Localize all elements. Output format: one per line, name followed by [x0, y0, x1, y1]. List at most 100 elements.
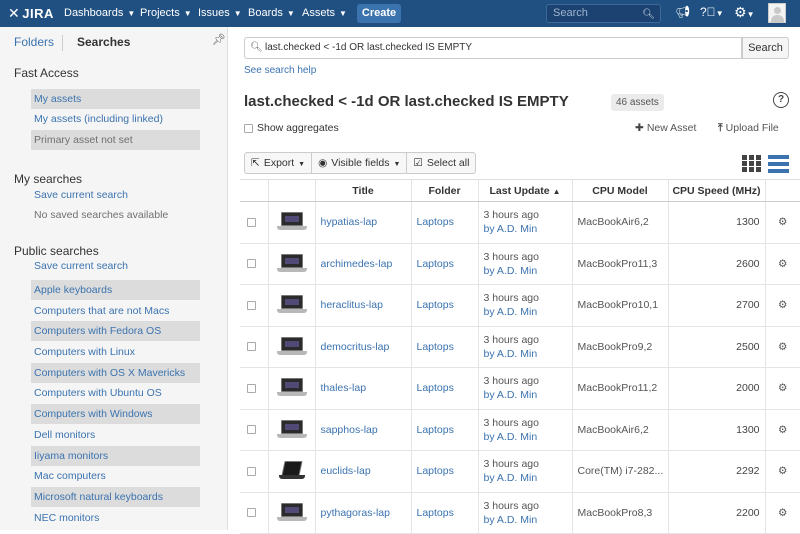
column-header-last-update[interactable]: Last Update ▲ — [477, 179, 572, 202]
sidebar-item-my-assets[interactable]: My assets — [31, 89, 200, 109]
row-checkbox[interactable] — [247, 300, 257, 310]
row-gear-icon[interactable]: ⚙ — [764, 367, 800, 410]
nav-projects[interactable]: Projects ▼ — [140, 0, 192, 27]
row-gear-icon[interactable]: ⚙ — [764, 409, 800, 451]
nav-dashboards[interactable]: Dashboards ▼ — [64, 0, 135, 27]
updated-by-link[interactable]: by A.D. Min — [484, 305, 567, 319]
public-search-item[interactable]: Computers with Fedora OS — [31, 321, 200, 341]
updated-by-link[interactable]: by A.D. Min — [484, 430, 567, 444]
sidebar-item-my-assets-linked[interactable]: My assets (including linked) — [31, 109, 200, 129]
pin-icon[interactable]: 📌︎ — [212, 33, 226, 46]
updated-by-link[interactable]: by A.D. Min — [484, 347, 567, 361]
grid-view-icon[interactable] — [742, 155, 762, 173]
export-button[interactable]: ⇱ Export ▼ — [244, 152, 313, 174]
laptop-thumbnail[interactable] — [276, 378, 307, 398]
query-input[interactable]: 🔍︎ last.checked < -1d OR last.checked IS … — [244, 37, 742, 59]
updated-by-link[interactable]: by A.D. Min — [484, 388, 567, 402]
avatar[interactable] — [768, 3, 786, 23]
asset-title-link[interactable]: euclids-lap — [314, 450, 411, 493]
public-search-item[interactable]: Apple keyboards — [31, 280, 200, 300]
row-gear-icon[interactable]: ⚙ — [764, 284, 800, 327]
asset-title-link[interactable]: archimedes-lap — [314, 243, 411, 285]
public-search-item[interactable]: Computers with Linux — [31, 342, 200, 362]
row-checkbox[interactable] — [247, 466, 257, 476]
updated-by-link[interactable]: by A.D. Min — [484, 513, 567, 527]
megaphone-icon[interactable]: 📢︎ — [675, 5, 690, 19]
public-search-item[interactable]: Computers that are not Macs — [31, 301, 200, 321]
updated-by-link[interactable]: by A.D. Min — [484, 471, 567, 485]
nav-assets[interactable]: Assets ▼ — [302, 0, 347, 27]
help-icon[interactable]: ?⃝▼ — [700, 5, 724, 19]
jira-logo[interactable]: ✕ JIRA — [8, 5, 54, 22]
row-gear-icon[interactable]: ⚙ — [764, 201, 800, 244]
select-all-button[interactable]: ☑ Select all — [406, 152, 477, 174]
row-checkbox[interactable] — [247, 508, 257, 518]
row-checkbox[interactable] — [247, 342, 257, 352]
visible-fields-button[interactable]: ◉ Visible fields ▼ — [311, 152, 408, 174]
laptop-thumbnail[interactable] — [276, 253, 307, 274]
row-checkbox[interactable] — [247, 259, 257, 269]
search-button[interactable]: Search — [742, 37, 789, 59]
gear-icon[interactable]: ⚙▼ — [734, 4, 754, 21]
row-gear-icon[interactable]: ⚙ — [764, 243, 800, 285]
help-icon[interactable]: ? — [773, 92, 789, 108]
cpu-speed-cell: 1300 — [667, 201, 765, 244]
public-search-item[interactable]: Iiyama monitors — [31, 446, 200, 466]
asset-title-link[interactable]: heraclitus-lap — [314, 284, 411, 327]
folder-link[interactable]: Laptops — [410, 492, 478, 534]
row-checkbox[interactable] — [247, 217, 257, 227]
folder-link[interactable]: Laptops — [410, 326, 478, 368]
laptop-thumbnail[interactable] — [277, 461, 307, 481]
checkbox-icon[interactable] — [244, 123, 253, 133]
column-header-cpu-model[interactable]: CPU Model — [571, 179, 668, 202]
folder-link[interactable]: Laptops — [410, 409, 478, 451]
list-view-icon[interactable] — [768, 155, 789, 173]
row-checkbox[interactable] — [247, 425, 257, 435]
nav-issues[interactable]: Issues ▼ — [198, 0, 242, 27]
tab-folders[interactable]: Folders — [14, 35, 54, 49]
table-row: archimedes-lap Laptops 3 hours ago by A.D… — [240, 243, 800, 285]
nav-boards[interactable]: Boards ▼ — [248, 0, 295, 27]
sidebar-item-primary-not-set[interactable]: Primary asset not set — [31, 130, 200, 150]
row-gear-icon[interactable]: ⚙ — [764, 326, 800, 368]
row-gear-icon[interactable]: ⚙ — [764, 492, 800, 534]
save-current-search-link[interactable]: Save current search — [31, 185, 200, 205]
save-current-public-search-link[interactable]: Save current search — [31, 256, 200, 276]
public-search-item[interactable]: Computers with Windows — [31, 404, 200, 424]
public-search-item[interactable]: Computers with Ubuntu OS — [31, 383, 200, 403]
create-button[interactable]: Create — [357, 4, 401, 23]
row-gear-icon[interactable]: ⚙ — [764, 450, 800, 493]
folder-link[interactable]: Laptops — [410, 450, 478, 493]
column-header-title[interactable]: Title — [314, 179, 411, 202]
laptop-thumbnail[interactable] — [276, 419, 307, 440]
public-search-item[interactable]: NEC monitors — [31, 508, 200, 528]
asset-title-link[interactable]: sapphos-lap — [314, 409, 411, 451]
asset-title-link[interactable]: pythagoras-lap — [314, 492, 411, 534]
global-search-input[interactable]: Search 🔍︎ — [546, 4, 661, 23]
folder-link[interactable]: Laptops — [410, 243, 478, 285]
asset-title-link[interactable]: hypatias-lap — [314, 201, 411, 244]
row-checkbox[interactable] — [247, 383, 257, 393]
asset-title-link[interactable]: democritus-lap — [314, 326, 411, 368]
column-header-cpu-speed[interactable]: CPU Speed (MHz) — [667, 179, 765, 202]
column-header-folder[interactable]: Folder — [410, 179, 478, 202]
public-search-item[interactable]: Mac computers — [31, 466, 200, 486]
public-search-item[interactable]: Dell monitors — [31, 425, 200, 445]
laptop-thumbnail[interactable] — [276, 502, 307, 523]
updated-by-link[interactable]: by A.D. Min — [484, 264, 567, 278]
updated-by-link[interactable]: by A.D. Min — [484, 222, 567, 236]
laptop-thumbnail[interactable] — [276, 336, 307, 357]
laptop-thumbnail[interactable] — [276, 212, 307, 232]
tab-searches[interactable]: Searches — [77, 35, 130, 49]
public-search-item[interactable]: Microsoft natural keyboards — [31, 487, 200, 507]
new-asset-button[interactable]: ✚ New Asset — [635, 122, 696, 134]
folder-link[interactable]: Laptops — [410, 201, 478, 244]
folder-link[interactable]: Laptops — [410, 367, 478, 410]
laptop-thumbnail[interactable] — [276, 295, 307, 315]
upload-file-button[interactable]: ⤒ Upload File — [718, 122, 779, 135]
public-search-item[interactable]: Computers with OS X Mavericks — [31, 363, 200, 383]
search-help-link[interactable]: See search help — [244, 65, 316, 76]
folder-link[interactable]: Laptops — [410, 284, 478, 327]
show-aggregates-toggle[interactable]: Show aggregates — [244, 122, 339, 134]
asset-title-link[interactable]: thales-lap — [314, 367, 411, 410]
